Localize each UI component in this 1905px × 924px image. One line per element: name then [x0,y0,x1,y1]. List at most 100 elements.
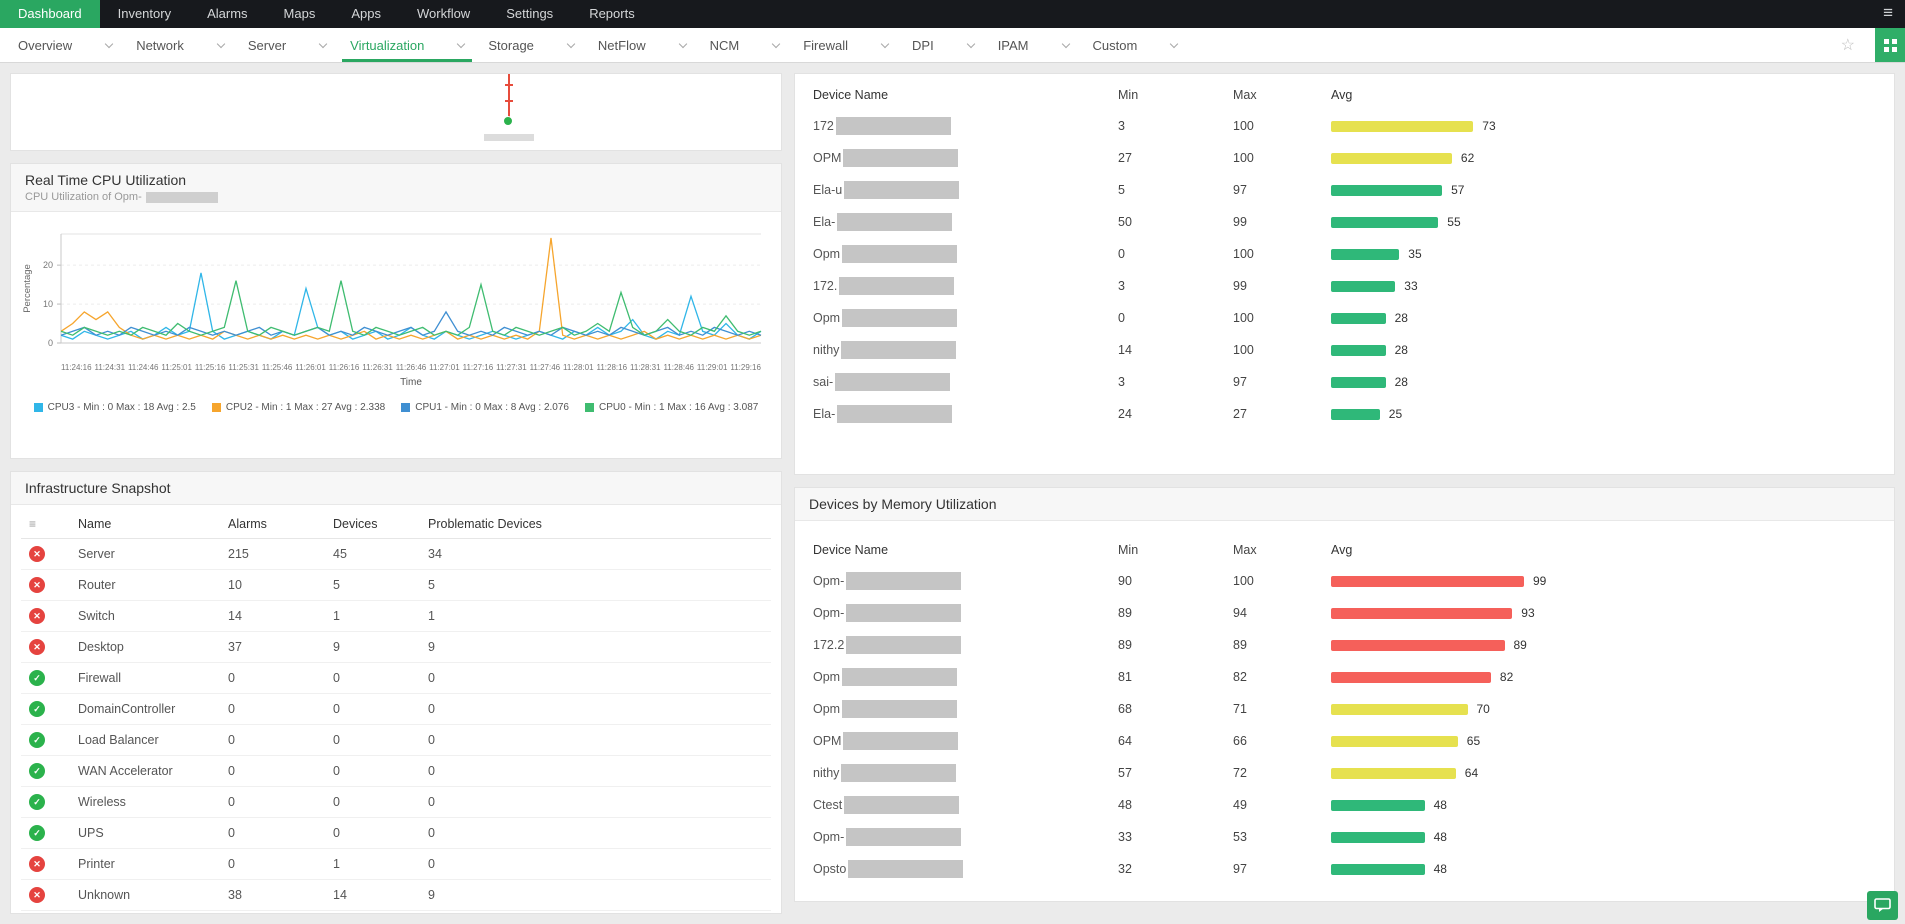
avg-value: 35 [1408,247,1422,261]
category-name: Load Balancer [78,733,159,747]
dashboard-tabbar: Overview Network Server Virtualization Stora… [0,28,1905,63]
unreadable-axis-label [484,134,534,141]
device-row[interactable]: nithy 57 72 64 [813,757,1876,789]
tab-firewall[interactable]: Firewall [791,28,900,62]
max-value: 100 [1233,119,1254,133]
table-row-router[interactable]: ✕ Router 10 5 5 [21,570,771,601]
add-widget-button[interactable] [1875,28,1905,62]
x-tick-label: 11:26:31 [362,363,393,372]
nav-item-inventory[interactable]: Inventory [100,0,189,28]
top-navbar: Dashboard Inventory Alarms Maps Apps Workflow… [0,0,1905,28]
device-row[interactable]: 172.2 89 89 89 [813,629,1876,661]
device-row[interactable]: sai- 3 97 28 [813,366,1876,398]
chevron-down-icon[interactable] [216,39,226,48]
chevron-down-icon[interactable] [318,39,328,48]
column-header-device-name: Device Name [813,543,889,557]
device-row[interactable]: Opsto 32 97 48 [813,853,1876,885]
x-tick-label: 11:28:31 [629,363,661,372]
device-row[interactable]: Ctest 48 49 48 [813,789,1876,821]
nav-item-apps[interactable]: Apps [333,0,399,28]
min-value: 89 [1118,606,1132,620]
subtitle-text: CPU Utilization of Opm- [25,191,142,203]
table-row-server[interactable]: ✕ Server 215 45 34 [21,539,771,570]
device-row[interactable]: OPM 64 66 65 [813,725,1876,757]
table-row-wan-accelerator[interactable]: ✓ WAN Accelerator 0 0 0 [21,756,771,787]
nav-item-reports[interactable]: Reports [571,0,653,28]
device-row[interactable]: OPM 27 100 62 [813,142,1876,174]
tab-ipam[interactable]: IPAM [986,28,1081,62]
nav-item-dashboard[interactable]: Dashboard [0,0,100,28]
table-row-desktop[interactable]: ✕ Desktop 37 9 9 [21,632,771,663]
table-row-ups[interactable]: ✓ UPS 0 0 0 [21,818,771,849]
chevron-down-icon[interactable] [1170,39,1179,48]
nav-item-maps[interactable]: Maps [266,0,334,28]
table-row-load-balancer[interactable]: ✓ Load Balancer 0 0 0 [21,725,771,756]
device-row[interactable]: Opm- 89 94 93 [813,597,1876,629]
category-name: DomainController [78,702,176,716]
nav-item-settings[interactable]: Settings [488,0,571,28]
table-row-printer[interactable]: ✕ Printer 0 1 0 [21,849,771,880]
sort-icon[interactable]: ≡ [21,517,78,531]
devices-memory-table: Device Name Min Max Avg Opm- 90 100 99 Opm- 89 94 9… [795,521,1894,885]
avg-bar [1331,767,1456,779]
panel-subtitle: CPU Utilization of Opm- [25,191,767,203]
device-row[interactable]: Opm 68 71 70 [813,693,1876,725]
redacted-device-name [841,764,957,782]
status-ok-icon: ✓ [29,701,45,717]
tab-label: Network [136,37,184,53]
feedback-fab-button[interactable] [1867,891,1898,920]
redacted-device-name [145,191,218,203]
device-row[interactable]: Opm 0 100 35 [813,238,1876,270]
chevron-down-icon[interactable] [771,39,781,48]
device-row[interactable]: Opm 81 82 82 [813,661,1876,693]
device-row[interactable]: Opm 0 100 28 [813,302,1876,334]
favorite-star-icon[interactable]: ☆ [1841,35,1855,55]
avg-value: 99 [1533,574,1547,588]
table-row-unknown[interactable]: ✕ Unknown 38 14 9 [21,880,771,911]
chevron-down-icon[interactable] [566,39,576,48]
device-row[interactable]: Opm- 33 53 48 [813,821,1876,853]
menu-icon[interactable]: ≡ [1883,0,1893,26]
redacted-device-name [844,181,960,199]
table-row-switch[interactable]: ✕ Switch 14 1 1 [21,601,771,632]
chevron-down-icon[interactable] [966,39,975,48]
avg-value: 93 [1521,606,1535,620]
device-row[interactable]: nithy 14 100 28 [813,334,1876,366]
chevron-down-icon[interactable] [457,39,466,48]
x-tick-label: 11:26:16 [328,363,360,372]
table-row-domaincontroller[interactable]: ✓ DomainController 0 0 0 [21,694,771,725]
redacted-device-name [842,668,958,686]
chevron-down-icon[interactable] [678,39,687,48]
tab-overview[interactable]: Overview [6,28,124,62]
avg-value: 89 [1513,638,1527,652]
tab-server[interactable]: Server [236,28,338,62]
max-value: 27 [1233,407,1247,421]
device-name-prefix: Ela- [813,215,836,229]
alarms-count: 38 [228,888,242,902]
tab-custom[interactable]: Custom [1081,28,1190,62]
nav-item-workflow[interactable]: Workflow [399,0,488,28]
min-value: 3 [1118,119,1125,133]
device-row[interactable]: 172. 3 99 33 [813,270,1876,302]
device-row[interactable]: 172 3 100 73 [813,110,1876,142]
nav-item-alarms[interactable]: Alarms [189,0,265,28]
chevron-down-icon[interactable] [104,39,114,48]
device-row[interactable]: Ela-u 5 97 57 [813,174,1876,206]
tab-storage[interactable]: Storage [476,28,586,62]
chevron-down-icon[interactable] [880,39,890,48]
device-row[interactable]: Ela- 24 27 25 [813,398,1876,430]
tab-netflow[interactable]: NetFlow [586,28,698,62]
tab-ncm[interactable]: NCM [698,28,792,62]
tab-virtualization[interactable]: Virtualization [338,28,476,62]
device-row[interactable]: Ela- 50 99 55 [813,206,1876,238]
min-value: 68 [1118,702,1132,716]
tab-network[interactable]: Network [124,28,236,62]
series-cpu2 [60,237,762,340]
tab-dpi[interactable]: DPI [900,28,986,62]
alarms-count: 10 [228,578,242,592]
chevron-down-icon[interactable] [1061,39,1070,48]
clipped-chart-panel [10,73,782,151]
table-row-firewall[interactable]: ✓ Firewall 0 0 0 [21,663,771,694]
device-row[interactable]: Opm- 90 100 99 [813,565,1876,597]
table-row-wireless[interactable]: ✓ Wireless 0 0 0 [21,787,771,818]
